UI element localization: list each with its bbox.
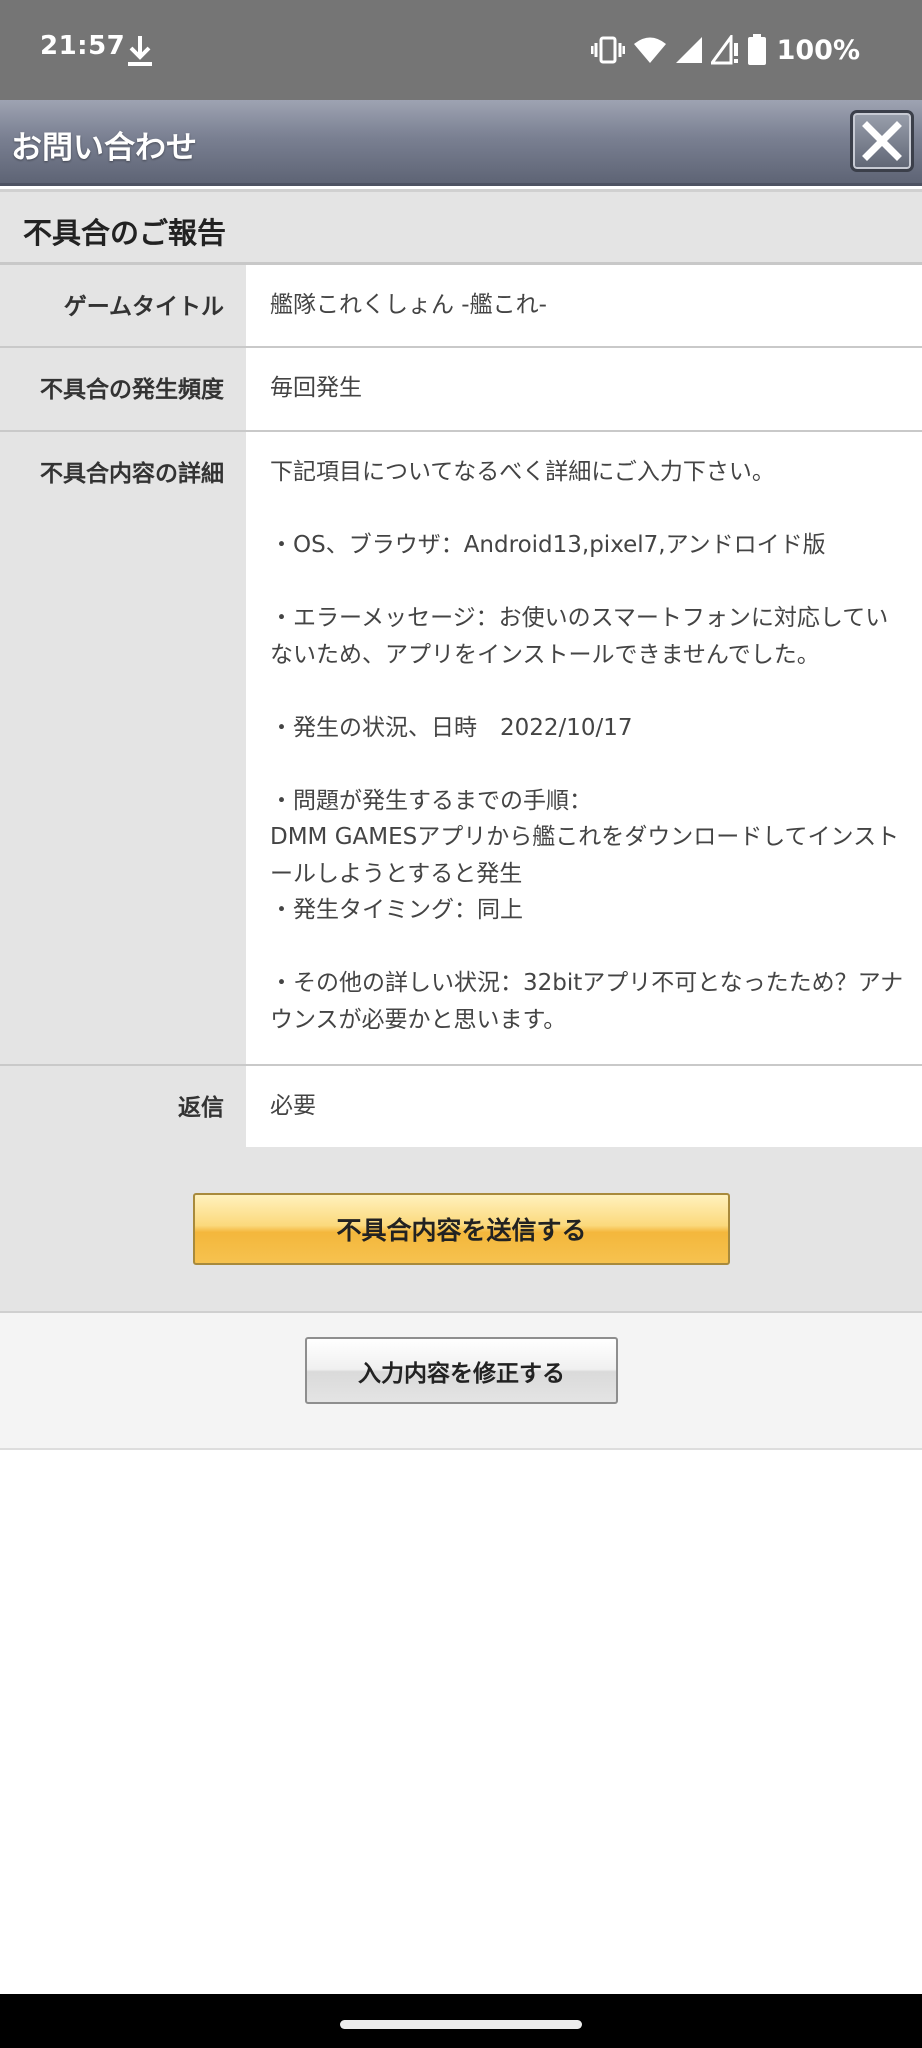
battery-icon (747, 34, 766, 65)
edit-input-button[interactable]: 入力内容を修正する (305, 1337, 618, 1404)
table-row-game-title: ゲームタイトル 艦隊これくしょん -艦これ- (0, 265, 922, 348)
submit-report-button[interactable]: 不具合内容を送信する (193, 1193, 730, 1265)
home-indicator[interactable] (340, 2020, 582, 2029)
edit-area: 入力内容を修正する (0, 1313, 922, 1450)
download-icon (128, 36, 152, 66)
app-header: お問い合わせ (0, 100, 922, 186)
value-cell: 下記項目についてなるべく詳細にご入力下さい。 ・OS、ブラウザ：Android1… (246, 432, 922, 1058)
detail-line: ・発生タイミング：同上 (270, 897, 523, 923)
value-cell: 必要 (246, 1066, 922, 1145)
section-heading: 不具合のご報告 (0, 189, 922, 265)
status-bar: 21:57 100% (0, 0, 922, 100)
detail-line: ・その他の詳しい状況：32bitアプリ不可となったため？アナ (270, 970, 904, 996)
value-cell: 艦隊これくしょん -艦これ- (246, 265, 922, 344)
value-cell: 毎回発生 (246, 348, 922, 427)
vibrate-icon (590, 36, 625, 64)
detail-label: 不具合内容の詳細 (40, 461, 224, 487)
status-icons: 100% (583, 30, 860, 70)
detail-line (270, 673, 898, 710)
label-cell: 不具合の発生頻度 (0, 348, 246, 430)
reply-label: 返信 (178, 1095, 224, 1121)
submit-area: 不具合内容を送信する (0, 1147, 922, 1313)
close-button[interactable] (850, 110, 914, 172)
table-row-frequency: 不具合の発生頻度 毎回発生 (0, 348, 922, 432)
detail-line: ・発生の状況、日時 2022/10/17 (270, 714, 633, 741)
detail-line (270, 929, 898, 966)
game-title-value: 艦隊これくしょん -艦これ- (270, 292, 547, 318)
detail-line: ・エラーメッセージ：お使いのスマートフォンに対応してい (270, 605, 889, 631)
detail-line: ないため、アプリをインストールできませんでした。 (270, 641, 820, 668)
detail-line (270, 746, 898, 783)
detail-line: ・OS、ブラウザ：Android13,pixel7,アンドロイド版 (270, 532, 826, 558)
label-cell: 返信 (0, 1066, 246, 1148)
close-icon (862, 121, 902, 161)
game-title-label: ゲームタイトル (63, 294, 224, 320)
navigation-bar (0, 1994, 922, 2048)
table-row-reply: 返信 必要 (0, 1066, 922, 1150)
battery-percent: 100% (776, 34, 860, 66)
detail-line (270, 564, 898, 601)
detail-line: ・問題が発生するまでの手順： (270, 787, 592, 814)
label-cell: 不具合内容の詳細 (0, 432, 246, 1064)
reply-value: 必要 (270, 1093, 316, 1119)
signal-alert-icon (710, 35, 738, 65)
status-time: 21:57 (40, 31, 126, 61)
detail-line (270, 491, 898, 528)
section-heading-text: 不具合のご報告 (23, 216, 227, 250)
report-table: ゲームタイトル 艦隊これくしょん -艦これ- 不具合の発生頻度 毎回発生 不具合… (0, 265, 922, 1150)
detail-line: ウンスが必要かと思います。 (270, 1006, 567, 1033)
wifi-icon (633, 37, 666, 63)
signal-icon (675, 37, 702, 63)
detail-line: DMM GAMESアプリから艦これをダウンロードしてインスト (270, 824, 900, 850)
page-title: お問い合わせ (11, 130, 197, 166)
detail-line: 下記項目についてなるべく詳細にご入力下さい。 (270, 459, 775, 485)
detail-line: ールしようとすると発生 (270, 860, 523, 887)
frequency-label: 不具合の発生頻度 (40, 377, 224, 403)
table-row-detail: 不具合内容の詳細 下記項目についてなるべく詳細にご入力下さい。 ・OS、ブラウザ… (0, 432, 922, 1066)
frequency-value: 毎回発生 (270, 375, 362, 401)
label-cell: ゲームタイトル (0, 265, 246, 346)
